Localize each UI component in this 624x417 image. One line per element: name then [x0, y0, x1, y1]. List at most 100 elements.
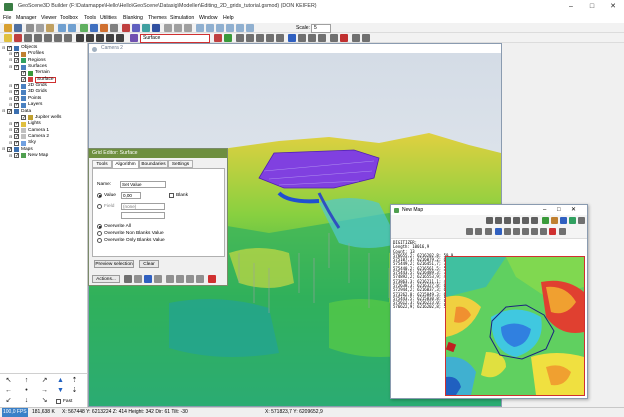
- tree-item-checkbox[interactable]: [21, 115, 26, 121]
- tree-item[interactable]: ⊟ Layers: [0, 102, 88, 108]
- tree-item-checkbox[interactable]: [21, 70, 26, 76]
- menu-toolbox[interactable]: Toolbox: [60, 15, 78, 21]
- tree-item-checkbox[interactable]: [14, 51, 19, 57]
- camera-icon[interactable]: [80, 24, 88, 32]
- map-tool-icon[interactable]: [578, 217, 585, 224]
- tree-item[interactable]: Terrain: [0, 70, 88, 76]
- toolbar-button-icon[interactable]: [246, 24, 254, 32]
- toolbar-button-icon[interactable]: [226, 24, 234, 32]
- algorithm-name-select[interactable]: Set Value: [120, 181, 166, 188]
- preview-selection-button[interactable]: Preview selection: [94, 260, 134, 268]
- brush-tool-icon[interactable]: [154, 275, 162, 283]
- redo-icon[interactable]: [196, 275, 204, 283]
- tree-expand-icon[interactable]: ⊟: [9, 134, 13, 140]
- redo-icon[interactable]: [68, 24, 76, 32]
- tree-item-checkbox[interactable]: [7, 45, 12, 51]
- tree-item-checkbox[interactable]: [14, 140, 19, 146]
- tree-item[interactable]: ⊟ Points: [0, 96, 88, 102]
- map-tool-icon[interactable]: [560, 217, 567, 224]
- tree-item-checkbox[interactable]: [14, 58, 19, 64]
- menu-blanking[interactable]: Blanking: [123, 15, 143, 21]
- tree-expand-icon[interactable]: ⊟: [2, 146, 6, 152]
- toolbar-button-icon[interactable]: [34, 34, 42, 42]
- maximize-button[interactable]: □: [584, 2, 600, 12]
- map-tool-icon[interactable]: [551, 217, 558, 224]
- move-down-icon[interactable]: ↓: [22, 396, 31, 405]
- menu-window[interactable]: Window: [199, 15, 217, 21]
- tree-item[interactable]: ⊟ Lights: [0, 121, 88, 127]
- info-icon[interactable]: [152, 24, 160, 32]
- map-tool-icon[interactable]: [475, 228, 482, 235]
- cut-icon[interactable]: [26, 24, 34, 32]
- tree-expand-icon[interactable]: ⊟: [9, 51, 13, 57]
- toolbar-button-icon[interactable]: [76, 34, 84, 42]
- toolbar-button-icon[interactable]: [288, 34, 296, 42]
- zoom-icon[interactable]: [504, 217, 511, 224]
- map-tool-icon[interactable]: [486, 217, 493, 224]
- tree-expand-icon[interactable]: ⊟: [9, 96, 13, 102]
- tree-expand-icon[interactable]: ⊟: [9, 89, 13, 95]
- zoom-icon[interactable]: [513, 217, 520, 224]
- map-close-button[interactable]: ✕: [571, 205, 576, 215]
- map-tool-icon[interactable]: [504, 228, 511, 235]
- tree-item[interactable]: ⊟ Maps: [0, 146, 88, 152]
- map-tool-icon[interactable]: [569, 217, 576, 224]
- toolbar-button-icon[interactable]: [196, 24, 204, 32]
- toolbar-button-icon[interactable]: [4, 34, 12, 42]
- toolbar-button-icon[interactable]: [116, 34, 124, 42]
- render-icon[interactable]: [132, 24, 140, 32]
- map-tool-icon[interactable]: [495, 228, 502, 235]
- blank-checkbox[interactable]: [169, 193, 174, 198]
- zoom-out-icon[interactable]: ▼: [56, 386, 65, 395]
- grid-icon[interactable]: [142, 24, 150, 32]
- tab-tools[interactable]: Tools: [92, 160, 112, 168]
- map-tool-icon[interactable]: [466, 228, 473, 235]
- tree-expand-icon[interactable]: ⊟: [9, 83, 13, 89]
- tree-item[interactable]: ⊟Objects: [0, 45, 88, 51]
- profile-icon[interactable]: [100, 24, 108, 32]
- tree-expand-icon[interactable]: ⊟: [2, 45, 6, 51]
- map-tool-icon[interactable]: [531, 228, 538, 235]
- toolbar-button-icon[interactable]: [362, 34, 370, 42]
- toolbar-button-icon[interactable]: [236, 34, 244, 42]
- toolbar-button-icon[interactable]: [24, 34, 32, 42]
- toolbar-button-icon[interactable]: [164, 24, 172, 32]
- clear-button[interactable]: Clear: [139, 260, 159, 268]
- copy-icon[interactable]: [36, 24, 44, 32]
- rotate-right-icon[interactable]: ↗: [40, 376, 49, 385]
- overwrite-all-radio[interactable]: [97, 224, 102, 229]
- tree-item-checkbox[interactable]: [14, 89, 19, 95]
- tree-expand-icon[interactable]: ⊟: [2, 108, 6, 114]
- toolbar-button-icon[interactable]: [298, 34, 306, 42]
- tree-item[interactable]: ⊟ Camera 1: [0, 127, 88, 134]
- rotate-down-right-icon[interactable]: ↘: [40, 396, 49, 405]
- toolbar-button-icon[interactable]: [340, 34, 348, 42]
- tree-item[interactable]: ⊟ 3D Grids: [0, 89, 88, 95]
- toolbar-button-icon[interactable]: [14, 34, 22, 42]
- map-tool-icon[interactable]: [513, 228, 520, 235]
- tree-item[interactable]: ⊟ Camera 2: [0, 134, 88, 140]
- toolbar-button-icon[interactable]: [236, 24, 244, 32]
- undo-icon[interactable]: [186, 275, 194, 283]
- menu-simulation[interactable]: Simulation: [170, 15, 194, 21]
- tilt-up-icon[interactable]: ⇡: [70, 376, 79, 385]
- tree-expand-icon[interactable]: ⊟: [9, 121, 13, 127]
- map-minimize-button[interactable]: –: [543, 205, 546, 215]
- toolbar-button-icon[interactable]: [174, 24, 182, 32]
- overwrite-only-blanks-radio[interactable]: [97, 238, 102, 243]
- zoom-in-icon[interactable]: ▲: [56, 376, 65, 385]
- tree-item[interactable]: ⊟ Data: [0, 108, 88, 114]
- value-input[interactable]: 0,00: [121, 192, 141, 199]
- tree-item-checkbox[interactable]: [14, 83, 19, 89]
- tab-algorithm[interactable]: Algorithm: [112, 160, 139, 168]
- tree-expand-icon[interactable]: ⊟: [9, 64, 13, 70]
- tree-item-checkbox[interactable]: [14, 64, 19, 70]
- toolbar-button-icon[interactable]: [216, 24, 224, 32]
- actions-button[interactable]: Actions...: [92, 275, 120, 283]
- tree-item-checkbox[interactable]: [14, 128, 19, 134]
- move-right-icon[interactable]: →: [40, 386, 49, 395]
- center-icon[interactable]: •: [22, 386, 31, 395]
- minimize-button[interactable]: –: [563, 2, 579, 12]
- settings-icon[interactable]: [110, 24, 118, 32]
- pencil-tool-icon[interactable]: [176, 275, 184, 283]
